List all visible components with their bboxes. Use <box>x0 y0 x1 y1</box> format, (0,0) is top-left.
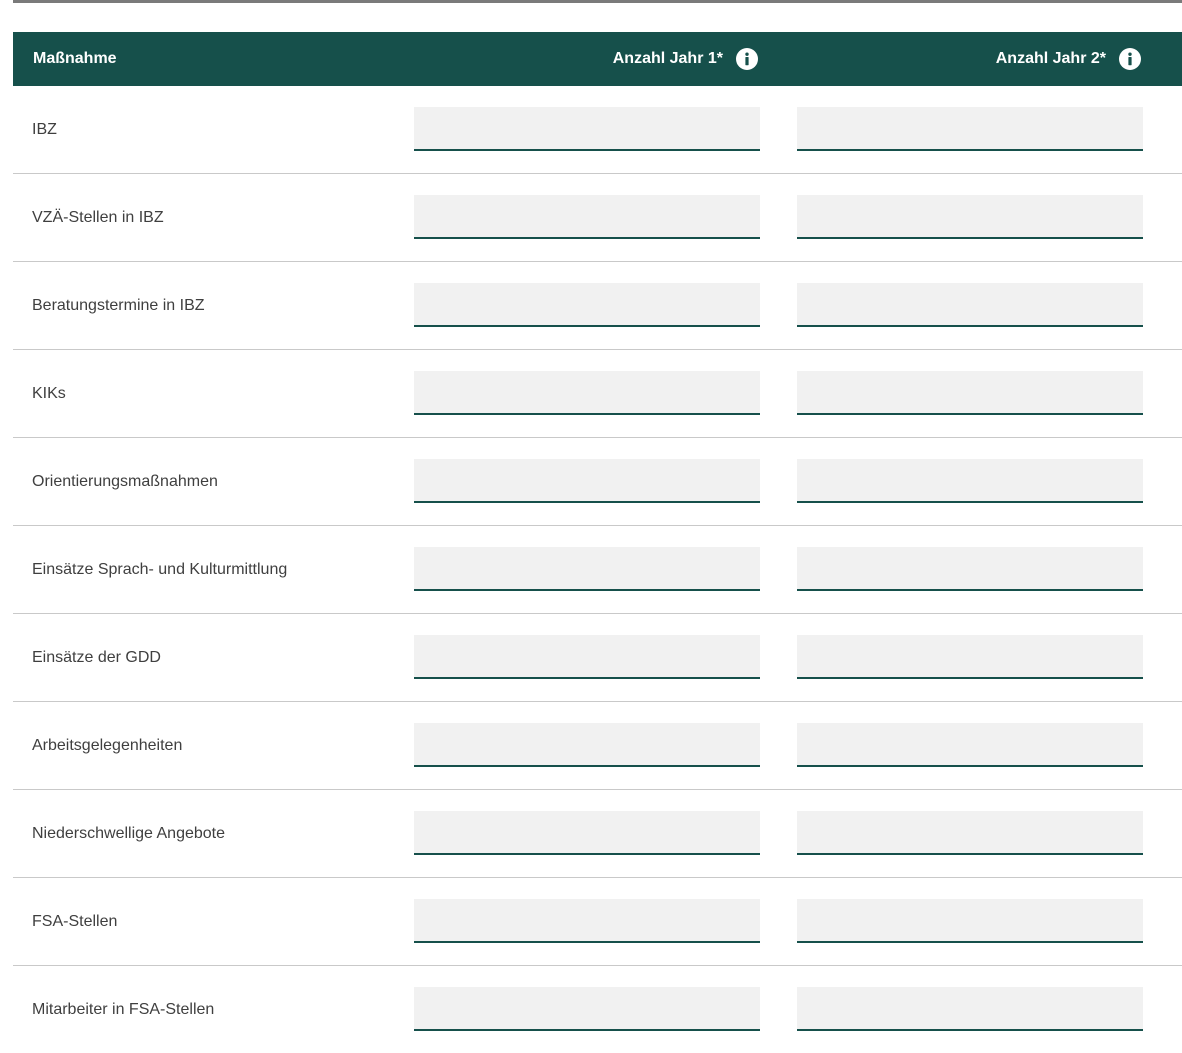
row-label: Niederschwellige Angebote <box>32 824 226 842</box>
row-label: FSA-Stellen <box>32 912 118 930</box>
year1-input[interactable] <box>414 283 760 327</box>
column-header-year1: Anzahl Jahr 1* <box>613 32 758 86</box>
year1-input[interactable] <box>414 635 760 679</box>
info-icon[interactable] <box>736 48 758 70</box>
year2-input[interactable] <box>797 811 1143 855</box>
row-label: Einsätze Sprach- und Kulturmittlung <box>32 560 288 578</box>
table-row: IBZ <box>13 86 1182 174</box>
year2-input[interactable] <box>797 899 1143 943</box>
year2-input[interactable] <box>797 195 1143 239</box>
measures-table: Maßnahme Anzahl Jahr 1* Anzahl Jahr 2* I… <box>13 32 1182 1053</box>
top-divider <box>13 0 1182 3</box>
table-row: FSA-Stellen <box>13 878 1182 966</box>
row-label: Einsätze der GDD <box>32 648 161 666</box>
column-header-year2: Anzahl Jahr 2* <box>996 32 1141 86</box>
year2-input[interactable] <box>797 547 1143 591</box>
table-row: Beratungstermine in IBZ <box>13 262 1182 350</box>
year2-input[interactable] <box>797 371 1143 415</box>
row-label: Mitarbeiter in FSA-Stellen <box>32 1000 215 1018</box>
year1-input[interactable] <box>414 107 760 151</box>
row-label: Orientierungsmaßnahmen <box>32 472 218 490</box>
year2-input[interactable] <box>797 107 1143 151</box>
year1-input[interactable] <box>414 811 760 855</box>
column-header-label: Anzahl Jahr 2* <box>995 50 1106 67</box>
column-header-label: Maßnahme <box>33 50 117 67</box>
table-body: IBZ VZÄ-Stellen in IBZ Beratungstermine … <box>13 86 1182 1053</box>
year1-input[interactable] <box>414 899 760 943</box>
table-header: Maßnahme Anzahl Jahr 1* Anzahl Jahr 2* <box>13 32 1182 86</box>
year2-input[interactable] <box>797 987 1143 1031</box>
row-label: IBZ <box>32 120 57 138</box>
year1-input[interactable] <box>414 987 760 1031</box>
year2-input[interactable] <box>797 723 1143 767</box>
table-row: Einsätze Sprach- und Kulturmittlung <box>13 526 1182 614</box>
year1-input[interactable] <box>414 195 760 239</box>
column-header-measure: Maßnahme <box>33 32 117 86</box>
row-label: Beratungstermine in IBZ <box>32 296 205 314</box>
year1-input[interactable] <box>414 547 760 591</box>
year2-input[interactable] <box>797 459 1143 503</box>
year1-input[interactable] <box>414 459 760 503</box>
year1-input[interactable] <box>414 723 760 767</box>
row-label: KIKs <box>32 384 66 402</box>
row-label: VZÄ-Stellen in IBZ <box>32 208 164 226</box>
table-row: Orientierungsmaßnahmen <box>13 438 1182 526</box>
year2-input[interactable] <box>797 635 1143 679</box>
column-header-label: Anzahl Jahr 1* <box>612 50 723 67</box>
table-row: Einsätze der GDD <box>13 614 1182 702</box>
year2-input[interactable] <box>797 283 1143 327</box>
table-row: Arbeitsgelegenheiten <box>13 702 1182 790</box>
info-icon[interactable] <box>1119 48 1141 70</box>
table-row: KIKs <box>13 350 1182 438</box>
year1-input[interactable] <box>414 371 760 415</box>
table-row: Niederschwellige Angebote <box>13 790 1182 878</box>
row-label: Arbeitsgelegenheiten <box>32 736 183 754</box>
table-row: VZÄ-Stellen in IBZ <box>13 174 1182 262</box>
table-row: Mitarbeiter in FSA-Stellen <box>13 966 1182 1053</box>
